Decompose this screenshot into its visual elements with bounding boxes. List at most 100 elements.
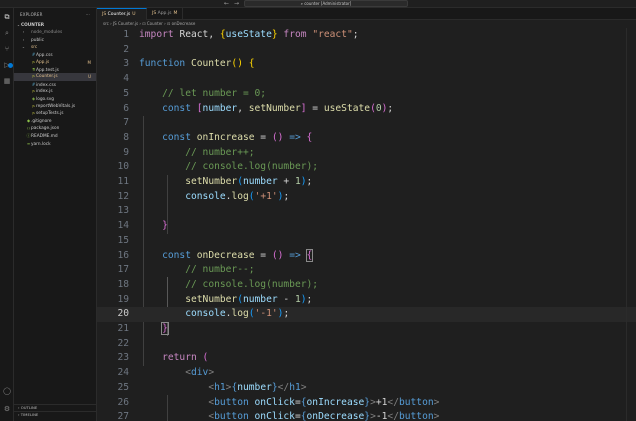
code-line[interactable]: 18 // console.log(number); [97,278,636,293]
forward-arrow-icon[interactable]: → [234,0,239,8]
code-line[interactable]: 27 <button onClick={onDecrease}>-1</butt… [97,410,636,421]
code-line[interactable]: 11 setNumber(number + 1); [97,175,636,190]
code-token: > [433,411,440,421]
code-line[interactable]: 25 <h1>{number}</h1> [97,381,636,396]
tab-bar: JS Counter.js U JS App.js M [97,8,636,20]
back-arrow-icon[interactable]: ← [224,0,229,8]
tab-badge: M [173,11,178,16]
code-line[interactable]: 20 console.log('-1'); [97,307,636,322]
editor-scrollbar[interactable] [626,28,636,421]
code-line[interactable]: 10 // console.log(number); [97,160,636,175]
code-text: } [139,219,168,234]
code-token: from [277,29,313,40]
line-number: 24 [117,367,129,379]
line-number: 25 [117,381,129,393]
line-number: 3 [123,58,129,70]
code-token: // console.log(number); [185,161,319,173]
file-tree-item[interactable]: JSCounter.js U [14,73,96,81]
more-actions-icon[interactable]: ··· [86,8,90,22]
code-text: // number--; [139,263,254,278]
code-token: } [161,322,169,335]
file-tree-item[interactable]: ◈logo.svg [14,95,96,102]
code-line[interactable]: 23 return ( [97,351,636,366]
code-line[interactable]: 26 <button onClick={onIncrease}>+1</butt… [97,396,636,411]
gear-icon[interactable]: ⚙ [2,404,12,414]
file-tree-item[interactable]: JSreportWebVitals.js [14,103,96,110]
code-line[interactable]: 8 const onIncrease = () => { [97,131,636,146]
code-token: setNumber [248,102,301,114]
chevron-right-icon: › [22,37,25,42]
code-line[interactable]: 21 } [97,322,636,337]
code-line[interactable]: 17 // number--; [97,263,636,278]
code-token: ; [283,190,290,202]
file-tree-item[interactable]: › node_modules [14,29,96,36]
code-token: setNumber [185,176,238,187]
source-control-icon[interactable]: ⑂ [2,44,12,54]
code-token: const [162,249,197,261]
line-number: 2 [123,43,129,55]
code-line[interactable]: 7 [97,116,636,131]
code-token: </ [277,381,290,393]
file-tree-item[interactable]: ≡yarn.lock [14,140,96,147]
code-line[interactable]: 16 const onDecrease = () => { [97,248,636,264]
code-line[interactable]: 13 [97,204,636,219]
file-tree-label: logo.svg [36,97,54,103]
file-tree-item[interactable]: #index.css [14,81,96,88]
file-tree-label: reportWebVitals.js [36,103,76,109]
extensions-icon[interactable]: ▦ [2,76,12,86]
git-status-badge: M [87,59,91,65]
file-tree-item[interactable]: › public [14,37,96,44]
code-token: number [242,293,278,305]
file-tree-item[interactable]: ◆.gitignore [14,117,96,124]
code-text: <button onClick={onIncrease}>+1</button> [139,396,439,411]
code-token: ; [283,308,290,320]
folder-root[interactable]: ⌄COUNTER [14,22,96,29]
breadcrumb[interactable]: src › JS Counter.js › ⊡ Counter › ⊡ onDe… [97,20,636,28]
code-token: // number++; [185,146,255,158]
tab-counter-js[interactable]: JS Counter.js U [97,8,147,20]
code-token: ; [352,29,359,40]
code-line[interactable]: 6 const [number, setNumber] = useState(0… [97,102,636,117]
tab-app-js[interactable]: JS App.js M [147,8,183,20]
code-token: useState [323,102,371,114]
file-tree-item[interactable]: #App.css [14,51,96,58]
code-line[interactable]: 1 import React, {useState} from "react"; [97,28,636,43]
command-center[interactable]: ⌕ counter [Administrator] [244,0,408,7]
run-debug-icon[interactable]: ▷ [2,60,12,70]
file-tree-item[interactable]: ⌄ src [14,44,96,51]
line-number: 11 [117,176,129,187]
timeline-section[interactable]: › TIMELINE [14,411,97,417]
outline-section[interactable]: › OUTLINE [14,404,97,410]
code-text: console.log('+1'); [139,190,289,205]
line-number: 26 [117,396,129,408]
code-line[interactable]: 12 console.log('+1'); [97,190,636,205]
code-line[interactable]: 4 [97,72,636,87]
code-editor[interactable]: 1 import React, {useState} from "react"; 2… [97,28,636,421]
code-text: setNumber(number + 1); [139,175,312,190]
code-line[interactable]: 3 function Counter() { [97,57,636,72]
account-icon[interactable]: ◯ [2,386,12,396]
code-line[interactable]: 9 // number++; [97,146,636,161]
line-number: 20 [117,308,129,320]
file-tree-item[interactable]: JSindex.js [14,88,96,95]
code-line[interactable]: 24 <div> [97,366,636,381]
search-icon[interactable]: ⌕ [2,28,12,38]
code-line[interactable]: 14 } [97,219,636,234]
file-tree-item[interactable]: ⚗App.test.js [14,66,96,73]
code-line[interactable]: 19 setNumber(number - 1); [97,293,636,308]
file-tree-item[interactable]: JSsetupTests.js [14,110,96,117]
js-file-icon: JS [152,11,157,16]
file-tree-item[interactable]: ⓘREADME.md [14,132,96,139]
code-token: => [283,131,307,143]
code-line[interactable]: 5 // let number = 0; [97,87,636,102]
code-line[interactable]: 2 [97,43,636,58]
code-line[interactable]: 22 [97,337,636,352]
sidebar-title: EXPLORER [20,12,43,17]
explorer-icon[interactable]: ⧉ [2,12,12,22]
code-line[interactable]: 15 [97,234,636,249]
file-tree-item[interactable]: {}package.json [14,125,96,132]
file-tree-item[interactable]: JSApp.js M [14,59,96,66]
